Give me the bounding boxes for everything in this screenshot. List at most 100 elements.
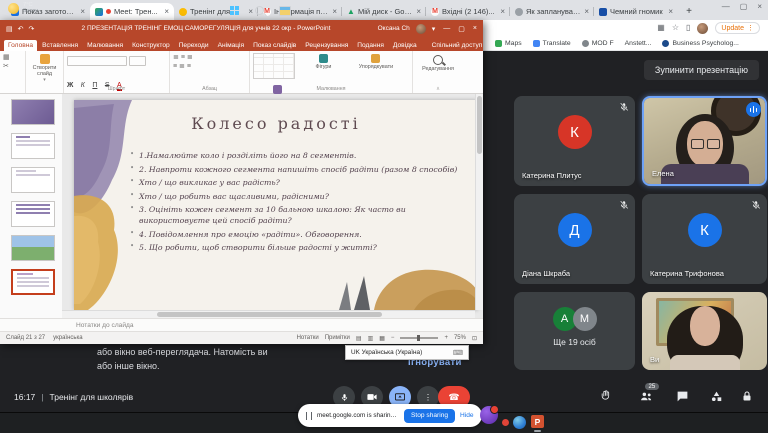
slide[interactable]: Колесо радості 1.Намалюйте коло і розділ… <box>74 100 478 310</box>
align-center-icon[interactable]: ≣ <box>179 63 185 70</box>
shapes-button[interactable]: Фігури <box>299 54 347 70</box>
side-panel-icon[interactable]: ▯ <box>686 24 690 32</box>
scrollbar-thumb[interactable] <box>157 312 382 317</box>
powerpoint-title-bar[interactable]: ▤ ↶ ↷ 2 ПРЕЗЕНТАЦІЯ ТРЕНІНГ ЕМОЦ САМОРЕГ… <box>0 20 483 37</box>
tab-close-icon[interactable]: × <box>80 8 85 16</box>
new-slide-button[interactable]: Створити слайд <box>29 65 60 77</box>
bookmark-maps[interactable]: Maps <box>495 40 522 47</box>
dropdown-icon[interactable]: ▾ <box>29 77 60 83</box>
weather-widget[interactable]: 7°C Sunny <box>8 2 38 15</box>
share-button[interactable]: Спільний доступ <box>428 40 487 51</box>
slide-title[interactable]: Колесо радості <box>74 114 478 133</box>
card-icon[interactable]: ▦ <box>657 24 665 32</box>
hide-button[interactable]: Hide <box>460 412 476 419</box>
participant-tile[interactable]: Д Діана Шкраба <box>514 194 635 284</box>
chat-icon[interactable] <box>676 390 690 404</box>
zoom-slider[interactable] <box>400 337 438 339</box>
bookmark-anstett[interactable]: Anstett... <box>625 40 652 47</box>
tab-review[interactable]: Рецензування <box>301 40 352 51</box>
tab-slideshow[interactable]: Показ слайдів <box>249 40 300 51</box>
maximize-icon[interactable]: ▢ <box>740 2 748 11</box>
update-button[interactable]: Update ⋮ <box>715 22 760 34</box>
collapse-ribbon-icon[interactable]: ∧ <box>413 86 463 92</box>
bookmark-modf[interactable]: MOD F <box>582 40 614 47</box>
bookmark-translate[interactable]: Translate <box>533 40 571 47</box>
tab-insert[interactable]: Вставлення <box>38 40 82 51</box>
language-popup[interactable]: UK Українська (Україна) ⌨ <box>345 345 469 360</box>
minimize-icon[interactable]: — <box>722 2 730 11</box>
taskbar-search-icon[interactable] <box>255 6 264 15</box>
browser-app-icon[interactable] <box>513 416 526 429</box>
scrollbar-thumb[interactable] <box>477 96 482 154</box>
stop-presentation-button[interactable]: Зупинити презентацію <box>644 60 759 80</box>
tab-view[interactable]: Подання <box>353 40 388 51</box>
participant-tile[interactable]: К Катерина Трифонова <box>642 194 767 284</box>
tab-close-icon[interactable]: × <box>668 8 673 16</box>
notes-bar[interactable]: Нотатки до слайда <box>0 318 483 331</box>
tab-help[interactable]: Довідка <box>389 40 421 51</box>
redo-icon[interactable]: ↷ <box>29 25 35 33</box>
slide-thumbnail[interactable] <box>11 99 55 125</box>
people-icon[interactable] <box>640 390 654 404</box>
tab-draw[interactable]: Малювання <box>83 40 127 51</box>
tab-design[interactable]: Конструктор <box>128 40 174 51</box>
slide-thumbnail[interactable] <box>11 133 55 159</box>
vertical-scrollbar[interactable] <box>475 94 483 310</box>
cut-icon[interactable]: ✂ <box>3 62 22 71</box>
font-name-box[interactable] <box>67 56 127 66</box>
self-video-tile[interactable]: Ви <box>642 292 767 370</box>
account-avatar[interactable] <box>416 24 426 34</box>
find-icon[interactable] <box>433 55 443 65</box>
paste-icon[interactable]: ▦ <box>3 53 22 62</box>
numbering-icon[interactable]: ≡ <box>181 54 185 61</box>
horizontal-scrollbar[interactable] <box>62 310 475 318</box>
tab-4[interactable]: M Інформація по... × <box>258 3 342 20</box>
tab-close-icon[interactable]: × <box>164 8 169 16</box>
shapes-gallery[interactable] <box>253 53 295 79</box>
powerpoint-app-icon[interactable]: P <box>531 415 544 428</box>
tab-5[interactable]: ▲ Мій диск - Goo... × <box>342 3 426 20</box>
tab-close-icon[interactable]: × <box>248 8 253 16</box>
activities-icon[interactable] <box>710 390 724 404</box>
slide-bullet-list[interactable]: 1.Намалюйте коло і розділіть його на 8 с… <box>130 150 458 256</box>
editing-label[interactable]: Редагування <box>416 66 460 72</box>
slide-thumbnail[interactable] <box>11 167 55 193</box>
more-participants-tile[interactable]: A M Ще 19 осіб <box>514 292 635 370</box>
undo-icon[interactable]: ↶ <box>18 25 24 33</box>
profile-avatar[interactable] <box>697 23 708 34</box>
tab-meet[interactable]: Meet: Трен... × <box>90 3 174 20</box>
tab-6[interactable]: M Вхідні (2 146)... × <box>426 3 510 20</box>
tab-7[interactable]: Як запланувати... × <box>510 3 594 20</box>
language-indicator[interactable]: українська <box>53 335 83 341</box>
restore-icon[interactable]: ▢ <box>458 25 465 33</box>
tab-animations[interactable]: Анімація <box>214 40 249 51</box>
zoom-level[interactable]: 75% <box>454 335 466 341</box>
close-icon[interactable]: × <box>757 2 762 11</box>
slideshow-view-icon[interactable]: ▦ <box>379 335 385 342</box>
fit-slide-icon[interactable]: ⊡ <box>472 335 477 342</box>
tab-home[interactable]: Головна <box>4 40 37 51</box>
indent-icon[interactable]: ≣ <box>187 54 193 61</box>
align-right-icon[interactable]: ≡ <box>187 63 191 70</box>
account-name[interactable]: Оксана Ch <box>378 25 410 32</box>
slide-thumbnail[interactable] <box>11 235 55 261</box>
slide-thumbnail-selected[interactable] <box>11 269 55 295</box>
font-size-box[interactable] <box>129 56 146 66</box>
sorter-view-icon[interactable]: ▥ <box>368 335 374 342</box>
notes-toggle[interactable]: Нотатки <box>297 335 319 341</box>
tab-8[interactable]: Чемний гномик × <box>594 3 678 20</box>
zoom-out-icon[interactable]: − <box>391 335 395 341</box>
stop-sharing-button[interactable]: Stop sharing <box>404 409 455 423</box>
comments-toggle[interactable]: Примітки <box>325 335 350 341</box>
file-explorer-icon[interactable] <box>279 6 291 16</box>
participant-tile[interactable]: К Катерина Плитус <box>514 96 635 186</box>
recording-app-icon[interactable] <box>502 419 509 426</box>
bookmark-psycholog[interactable]: Business Psycholog... <box>662 40 739 47</box>
tab-transitions[interactable]: Переходи <box>175 40 213 51</box>
tab-close-icon[interactable]: × <box>416 8 421 16</box>
bullets-icon[interactable]: ≣ <box>173 54 179 61</box>
star-icon[interactable]: ☆ <box>672 24 679 32</box>
tab-3[interactable]: Тренінг для шко... × <box>174 3 258 20</box>
participant-tile-video[interactable]: Елена <box>642 96 767 186</box>
extension-badge-icon[interactable] <box>480 406 498 424</box>
